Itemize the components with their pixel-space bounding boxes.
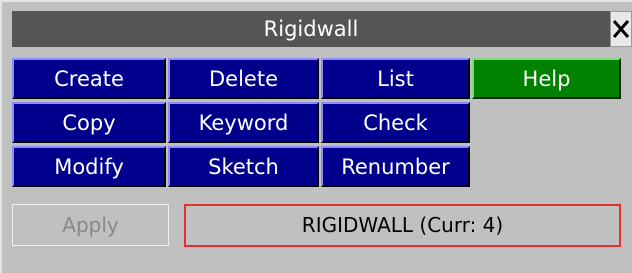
close-icon [612,20,630,38]
renumber-button[interactable]: Renumber [321,146,470,187]
apply-button[interactable]: Apply [12,204,169,246]
help-button[interactable]: Help [472,58,621,99]
keyword-button[interactable]: Keyword [168,102,319,143]
create-button[interactable]: Create [12,58,166,99]
delete-button[interactable]: Delete [168,58,319,99]
rigidwall-panel: Rigidwall Create Delete List Help Copy K… [0,0,632,273]
close-button[interactable] [610,11,632,47]
check-button[interactable]: Check [321,102,470,143]
sketch-button[interactable]: Sketch [168,146,319,187]
list-button[interactable]: List [321,58,470,99]
panel-title: Rigidwall [12,11,610,47]
copy-button[interactable]: Copy [12,102,166,143]
modify-button[interactable]: Modify [12,146,166,187]
current-rigidwall-status[interactable]: RIGIDWALL (Curr: 4) [184,204,621,247]
